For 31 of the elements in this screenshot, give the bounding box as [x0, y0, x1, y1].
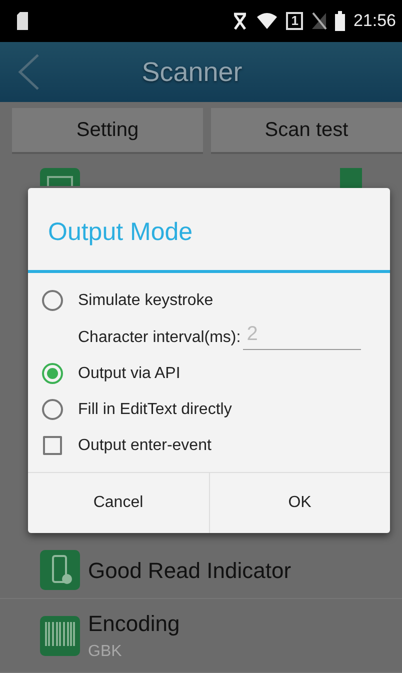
setting-value: GBK — [88, 642, 123, 662]
dialog-button[interactable]: OK — [208, 472, 390, 532]
tab[interactable]: Setting — [12, 108, 203, 154]
field-label: Character interval(ms): — [78, 328, 241, 348]
dialog-title: Output Mode — [28, 188, 390, 272]
no-signal-icon — [311, 12, 328, 30]
back-chevron-icon — [18, 54, 40, 90]
radio-button[interactable] — [42, 399, 63, 420]
sim-slot-label: 1 — [286, 12, 304, 30]
dialog-button[interactable]: Cancel — [28, 472, 208, 532]
phone-icon — [40, 550, 80, 590]
back-button[interactable] — [18, 54, 40, 90]
radio-button[interactable] — [42, 363, 63, 384]
wifi-icon — [256, 12, 278, 30]
option-label: Fill in EditText directly — [78, 400, 232, 420]
option-label: Output via API — [78, 364, 180, 384]
barcode-icon — [40, 616, 80, 656]
setting-title: Encoding — [88, 610, 180, 638]
input-field[interactable]: 2 — [242, 318, 361, 350]
tab[interactable]: Scan test — [211, 108, 402, 154]
battery-icon — [335, 11, 346, 31]
option-label: Output enter-event — [78, 436, 212, 456]
sim-card-icon — [16, 12, 29, 30]
radio-button[interactable] — [42, 290, 63, 311]
checkbox[interactable] — [43, 436, 62, 455]
option-label: Simulate keystroke — [78, 290, 214, 310]
setting-title: Good Read Indicator — [88, 556, 292, 584]
checkbox[interactable] — [340, 168, 362, 190]
clock-time: 21:56 — [353, 10, 396, 32]
monitor-icon — [40, 168, 80, 186]
screen-title: Scanner — [140, 56, 244, 89]
